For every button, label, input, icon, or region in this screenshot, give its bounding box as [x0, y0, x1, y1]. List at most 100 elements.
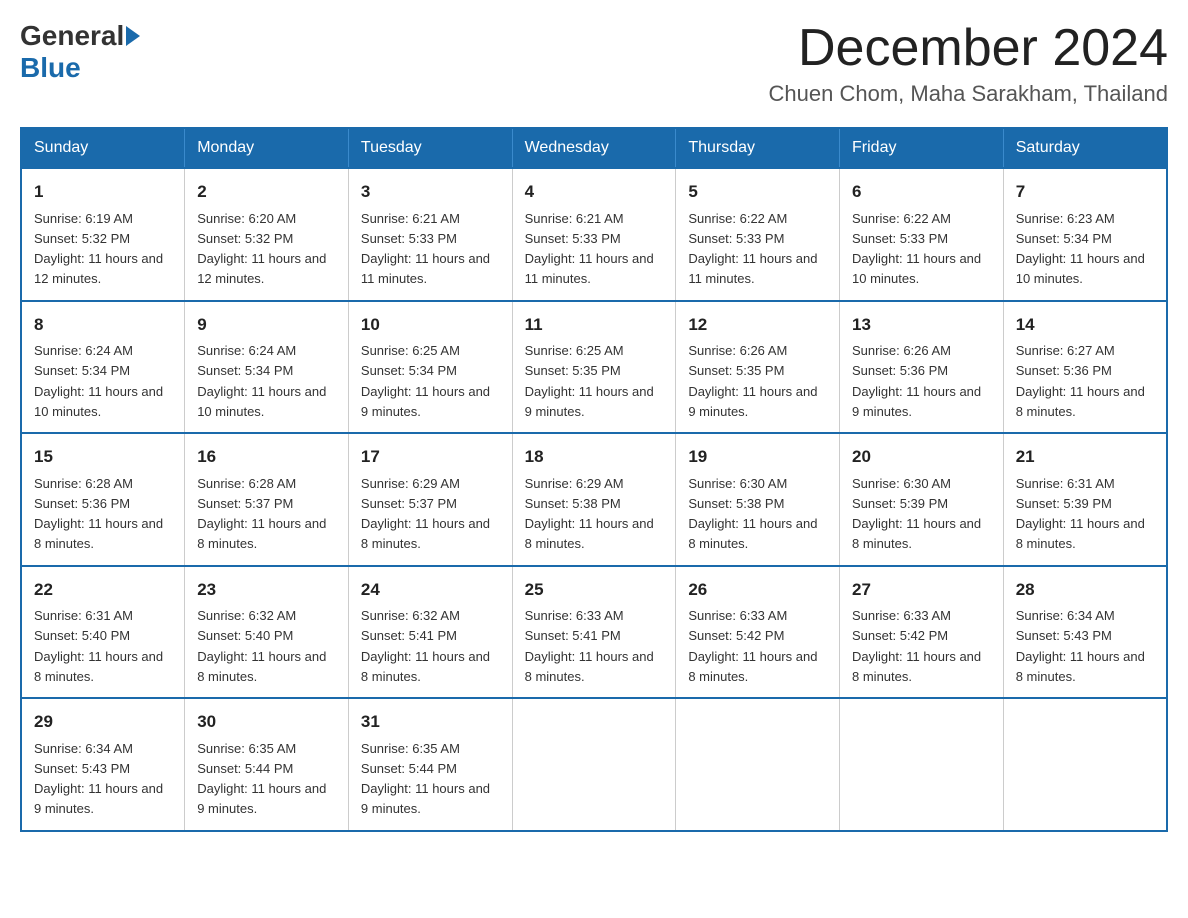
day-info: Sunrise: 6:29 AMSunset: 5:38 PMDaylight:… [525, 476, 654, 552]
logo-arrow-icon [126, 26, 140, 46]
logo-blue-text: Blue [20, 52, 81, 84]
day-info: Sunrise: 6:34 AMSunset: 5:43 PMDaylight:… [34, 741, 163, 817]
day-number: 29 [34, 709, 172, 735]
day-number: 20 [852, 444, 991, 470]
day-info: Sunrise: 6:30 AMSunset: 5:39 PMDaylight:… [852, 476, 981, 552]
day-info: Sunrise: 6:35 AMSunset: 5:44 PMDaylight:… [361, 741, 490, 817]
day-info: Sunrise: 6:22 AMSunset: 5:33 PMDaylight:… [688, 211, 817, 287]
day-info: Sunrise: 6:24 AMSunset: 5:34 PMDaylight:… [197, 343, 326, 419]
title-section: December 2024 Chuen Chom, Maha Sarakham,… [769, 20, 1168, 107]
calendar-day-cell: 11 Sunrise: 6:25 AMSunset: 5:35 PMDaylig… [512, 301, 676, 434]
day-number: 19 [688, 444, 827, 470]
calendar-day-cell: 30 Sunrise: 6:35 AMSunset: 5:44 PMDaylig… [185, 698, 349, 831]
calendar-day-cell: 13 Sunrise: 6:26 AMSunset: 5:36 PMDaylig… [840, 301, 1004, 434]
location-subtitle: Chuen Chom, Maha Sarakham, Thailand [769, 81, 1168, 107]
day-number: 13 [852, 312, 991, 338]
day-info: Sunrise: 6:21 AMSunset: 5:33 PMDaylight:… [361, 211, 490, 287]
day-number: 12 [688, 312, 827, 338]
day-info: Sunrise: 6:33 AMSunset: 5:42 PMDaylight:… [852, 608, 981, 684]
day-number: 5 [688, 179, 827, 205]
logo: General Blue [20, 20, 140, 84]
calendar-day-cell: 14 Sunrise: 6:27 AMSunset: 5:36 PMDaylig… [1003, 301, 1167, 434]
day-info: Sunrise: 6:29 AMSunset: 5:37 PMDaylight:… [361, 476, 490, 552]
day-number: 30 [197, 709, 336, 735]
month-title: December 2024 [769, 20, 1168, 77]
calendar-header-tuesday: Tuesday [348, 128, 512, 168]
calendar-day-cell: 9 Sunrise: 6:24 AMSunset: 5:34 PMDayligh… [185, 301, 349, 434]
day-number: 3 [361, 179, 500, 205]
day-number: 18 [525, 444, 664, 470]
calendar-day-cell: 27 Sunrise: 6:33 AMSunset: 5:42 PMDaylig… [840, 566, 1004, 699]
day-number: 24 [361, 577, 500, 603]
calendar-header-monday: Monday [185, 128, 349, 168]
day-info: Sunrise: 6:22 AMSunset: 5:33 PMDaylight:… [852, 211, 981, 287]
calendar-day-cell: 4 Sunrise: 6:21 AMSunset: 5:33 PMDayligh… [512, 168, 676, 301]
day-info: Sunrise: 6:25 AMSunset: 5:35 PMDaylight:… [525, 343, 654, 419]
day-number: 31 [361, 709, 500, 735]
calendar-day-cell [1003, 698, 1167, 831]
calendar-day-cell: 7 Sunrise: 6:23 AMSunset: 5:34 PMDayligh… [1003, 168, 1167, 301]
calendar-day-cell [676, 698, 840, 831]
calendar-day-cell: 29 Sunrise: 6:34 AMSunset: 5:43 PMDaylig… [21, 698, 185, 831]
day-info: Sunrise: 6:33 AMSunset: 5:41 PMDaylight:… [525, 608, 654, 684]
day-number: 6 [852, 179, 991, 205]
calendar-day-cell: 26 Sunrise: 6:33 AMSunset: 5:42 PMDaylig… [676, 566, 840, 699]
calendar-table: SundayMondayTuesdayWednesdayThursdayFrid… [20, 127, 1168, 832]
day-info: Sunrise: 6:33 AMSunset: 5:42 PMDaylight:… [688, 608, 817, 684]
day-info: Sunrise: 6:35 AMSunset: 5:44 PMDaylight:… [197, 741, 326, 817]
day-number: 14 [1016, 312, 1154, 338]
day-number: 22 [34, 577, 172, 603]
calendar-week-row: 8 Sunrise: 6:24 AMSunset: 5:34 PMDayligh… [21, 301, 1167, 434]
calendar-day-cell: 31 Sunrise: 6:35 AMSunset: 5:44 PMDaylig… [348, 698, 512, 831]
calendar-header-sunday: Sunday [21, 128, 185, 168]
day-info: Sunrise: 6:32 AMSunset: 5:41 PMDaylight:… [361, 608, 490, 684]
calendar-week-row: 1 Sunrise: 6:19 AMSunset: 5:32 PMDayligh… [21, 168, 1167, 301]
day-number: 27 [852, 577, 991, 603]
day-info: Sunrise: 6:20 AMSunset: 5:32 PMDaylight:… [197, 211, 326, 287]
day-number: 21 [1016, 444, 1154, 470]
day-number: 11 [525, 312, 664, 338]
calendar-day-cell: 23 Sunrise: 6:32 AMSunset: 5:40 PMDaylig… [185, 566, 349, 699]
day-number: 1 [34, 179, 172, 205]
calendar-header-friday: Friday [840, 128, 1004, 168]
day-number: 4 [525, 179, 664, 205]
logo-general-text: General [20, 20, 124, 52]
day-number: 28 [1016, 577, 1154, 603]
page-header: General Blue December 2024 Chuen Chom, M… [20, 20, 1168, 107]
day-info: Sunrise: 6:19 AMSunset: 5:32 PMDaylight:… [34, 211, 163, 287]
calendar-day-cell: 21 Sunrise: 6:31 AMSunset: 5:39 PMDaylig… [1003, 433, 1167, 566]
calendar-day-cell: 1 Sunrise: 6:19 AMSunset: 5:32 PMDayligh… [21, 168, 185, 301]
day-number: 23 [197, 577, 336, 603]
calendar-day-cell: 6 Sunrise: 6:22 AMSunset: 5:33 PMDayligh… [840, 168, 1004, 301]
calendar-header-wednesday: Wednesday [512, 128, 676, 168]
day-info: Sunrise: 6:34 AMSunset: 5:43 PMDaylight:… [1016, 608, 1145, 684]
calendar-day-cell: 15 Sunrise: 6:28 AMSunset: 5:36 PMDaylig… [21, 433, 185, 566]
calendar-day-cell: 8 Sunrise: 6:24 AMSunset: 5:34 PMDayligh… [21, 301, 185, 434]
calendar-day-cell: 20 Sunrise: 6:30 AMSunset: 5:39 PMDaylig… [840, 433, 1004, 566]
day-info: Sunrise: 6:32 AMSunset: 5:40 PMDaylight:… [197, 608, 326, 684]
day-number: 15 [34, 444, 172, 470]
day-number: 17 [361, 444, 500, 470]
day-info: Sunrise: 6:27 AMSunset: 5:36 PMDaylight:… [1016, 343, 1145, 419]
calendar-header-saturday: Saturday [1003, 128, 1167, 168]
calendar-day-cell: 19 Sunrise: 6:30 AMSunset: 5:38 PMDaylig… [676, 433, 840, 566]
day-info: Sunrise: 6:21 AMSunset: 5:33 PMDaylight:… [525, 211, 654, 287]
calendar-day-cell: 16 Sunrise: 6:28 AMSunset: 5:37 PMDaylig… [185, 433, 349, 566]
day-number: 8 [34, 312, 172, 338]
calendar-day-cell: 28 Sunrise: 6:34 AMSunset: 5:43 PMDaylig… [1003, 566, 1167, 699]
day-info: Sunrise: 6:23 AMSunset: 5:34 PMDaylight:… [1016, 211, 1145, 287]
day-info: Sunrise: 6:31 AMSunset: 5:39 PMDaylight:… [1016, 476, 1145, 552]
calendar-header-thursday: Thursday [676, 128, 840, 168]
day-info: Sunrise: 6:30 AMSunset: 5:38 PMDaylight:… [688, 476, 817, 552]
calendar-week-row: 22 Sunrise: 6:31 AMSunset: 5:40 PMDaylig… [21, 566, 1167, 699]
day-info: Sunrise: 6:28 AMSunset: 5:37 PMDaylight:… [197, 476, 326, 552]
calendar-day-cell: 22 Sunrise: 6:31 AMSunset: 5:40 PMDaylig… [21, 566, 185, 699]
day-info: Sunrise: 6:31 AMSunset: 5:40 PMDaylight:… [34, 608, 163, 684]
day-number: 7 [1016, 179, 1154, 205]
day-info: Sunrise: 6:25 AMSunset: 5:34 PMDaylight:… [361, 343, 490, 419]
calendar-week-row: 29 Sunrise: 6:34 AMSunset: 5:43 PMDaylig… [21, 698, 1167, 831]
calendar-day-cell [512, 698, 676, 831]
calendar-day-cell [840, 698, 1004, 831]
calendar-day-cell: 12 Sunrise: 6:26 AMSunset: 5:35 PMDaylig… [676, 301, 840, 434]
day-number: 9 [197, 312, 336, 338]
